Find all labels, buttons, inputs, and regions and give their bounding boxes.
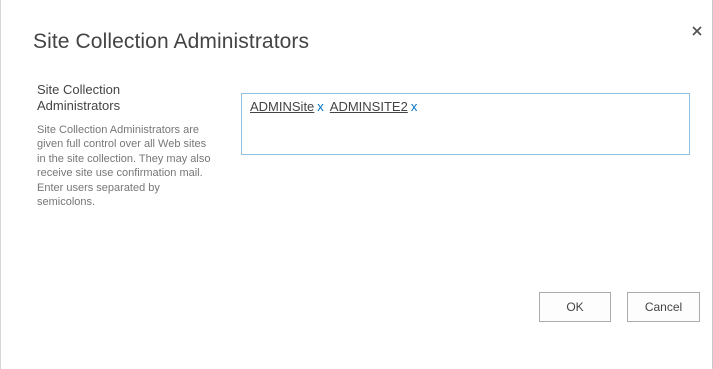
section-title: Site Collection Administrators [37,82,121,113]
cancel-button[interactable]: Cancel [627,292,700,322]
user-name-link[interactable]: ADMINSITE2 [330,99,408,114]
site-collection-administrators-dialog: Site Collection Administrators Site Coll… [0,0,713,369]
people-picker-input[interactable]: ADMINSite x ADMINSITE2 x [241,93,690,155]
user-name-link[interactable]: ADMINSite [250,99,314,114]
remove-user-button[interactable]: x [411,99,418,114]
ok-button[interactable]: OK [539,292,611,322]
resolved-user-entity: ADMINSITE2 x [330,99,418,115]
section-description: Site Collection Administrators are given… [37,124,211,209]
close-icon[interactable] [688,22,706,40]
dialog-title: Site Collection Administrators [33,30,310,53]
resolved-user-entity: ADMINSite x [250,99,324,115]
remove-user-button[interactable]: x [317,99,324,114]
